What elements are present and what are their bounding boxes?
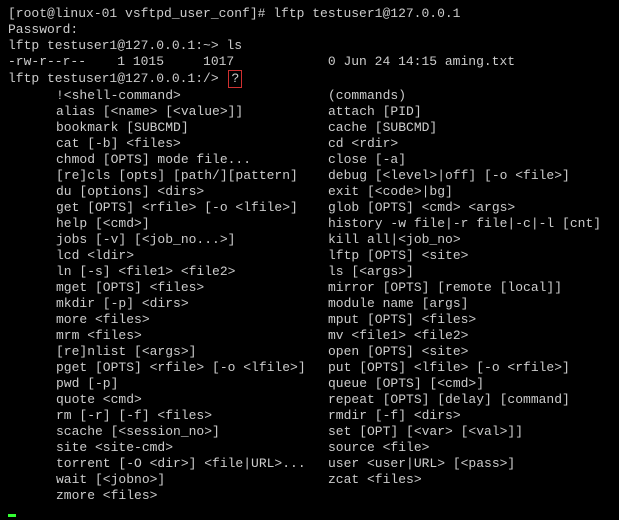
- help-row: torrent [-O <dir>] <file|URL>...user <us…: [8, 456, 611, 472]
- help-right-command: mirror [OPTS] [remote [local]]: [328, 280, 562, 296]
- help-left-command: du [options] <dirs>: [8, 184, 328, 200]
- help-row: help [<cmd>]history -w file|-r file|-c|-…: [8, 216, 611, 232]
- help-right-command: ls [<args>]: [328, 264, 414, 280]
- typed-command: ls: [226, 38, 242, 53]
- help-left-command: alias [<name> [<value>]]: [8, 104, 328, 120]
- help-right-command: cd <rdir>: [328, 136, 398, 152]
- help-left-command: quote <cmd>: [8, 392, 328, 408]
- lftp-prompt-prefix: lftp testuser1@127.0.0.1:~>: [8, 38, 226, 53]
- help-right-command: cache [SUBCMD]: [328, 120, 437, 136]
- help-right-command: lftp [OPTS] <site>: [328, 248, 468, 264]
- help-right-command: (commands): [328, 88, 406, 104]
- help-left-command: rm [-r] [-f] <files>: [8, 408, 328, 424]
- help-left-command: pget [OPTS] <rfile> [-o <lfile>]: [8, 360, 328, 376]
- help-left-command: [re]nlist [<args>]: [8, 344, 328, 360]
- help-row: lcd <ldir>lftp [OPTS] <site>: [8, 248, 611, 264]
- help-right-command: history -w file|-r file|-c|-l [cnt]: [328, 216, 601, 232]
- password-prompt: Password:: [8, 22, 611, 38]
- help-row: mrm <files>mv <file1> <file2>: [8, 328, 611, 344]
- help-output: !<shell-command>(commands)alias [<name> …: [8, 88, 611, 504]
- help-right-command: rmdir [-f] <dirs>: [328, 408, 461, 424]
- help-left-command: cat [-b] <files>: [8, 136, 328, 152]
- lftp-prompt-help[interactable]: lftp testuser1@127.0.0.1:/> ?: [8, 70, 611, 88]
- help-row: mkdir [-p] <dirs>module name [args]: [8, 296, 611, 312]
- help-row: pwd [-p]queue [OPTS] [<cmd>]: [8, 376, 611, 392]
- help-row: mget [OPTS] <files>mirror [OPTS] [remote…: [8, 280, 611, 296]
- help-left-command: mget [OPTS] <files>: [8, 280, 328, 296]
- help-row: alias [<name> [<value>]]attach [PID]: [8, 104, 611, 120]
- help-row: site <site-cmd>source <file>: [8, 440, 611, 456]
- help-left-command: pwd [-p]: [8, 376, 328, 392]
- help-row: wait [<jobno>]zcat <files>: [8, 472, 611, 488]
- help-row: du [options] <dirs>exit [<code>|bg]: [8, 184, 611, 200]
- help-left-command: mrm <files>: [8, 328, 328, 344]
- help-right-command: module name [args]: [328, 296, 468, 312]
- help-row: zmore <files>: [8, 488, 611, 504]
- help-row: [re]nlist [<args>]open [OPTS] <site>: [8, 344, 611, 360]
- help-row: jobs [-v] [<job_no...>]kill all|<job_no>: [8, 232, 611, 248]
- help-right-command: repeat [OPTS] [delay] [command]: [328, 392, 570, 408]
- help-row: [re]cls [opts] [path/][pattern]debug [<l…: [8, 168, 611, 184]
- lftp-prompt-prefix: lftp testuser1@127.0.0.1:/>: [8, 71, 226, 86]
- help-left-command: bookmark [SUBCMD]: [8, 120, 328, 136]
- help-right-command: mput [OPTS] <files>: [328, 312, 476, 328]
- help-row: quote <cmd>repeat [OPTS] [delay] [comman…: [8, 392, 611, 408]
- help-right-command: put [OPTS] <lfile> [-o <rfile>]: [328, 360, 570, 376]
- help-row: scache [<session_no>]set [OPT] [<var> [<…: [8, 424, 611, 440]
- help-right-command: set [OPT] [<var> [<val>]]: [328, 424, 523, 440]
- password-label: Password:: [8, 22, 78, 37]
- help-left-command: site <site-cmd>: [8, 440, 328, 456]
- help-left-command: zmore <files>: [8, 488, 328, 504]
- help-row: rm [-r] [-f] <files>rmdir [-f] <dirs>: [8, 408, 611, 424]
- help-right-command: kill all|<job_no>: [328, 232, 461, 248]
- help-right-command: attach [PID]: [328, 104, 422, 120]
- help-right-command: mv <file1> <file2>: [328, 328, 468, 344]
- help-right-command: queue [OPTS] [<cmd>]: [328, 376, 484, 392]
- help-row: more <files>mput [OPTS] <files>: [8, 312, 611, 328]
- help-left-command: help [<cmd>]: [8, 216, 328, 232]
- help-left-command: [re]cls [opts] [path/][pattern]: [8, 168, 328, 184]
- help-row: get [OPTS] <rfile> [-o <lfile>]glob [OPT…: [8, 200, 611, 216]
- help-right-command: zcat <files>: [328, 472, 422, 488]
- terminal-cursor: [8, 514, 16, 517]
- help-left-command: torrent [-O <dir>] <file|URL>...: [8, 456, 328, 472]
- help-left-command: lcd <ldir>: [8, 248, 328, 264]
- help-right-command: open [OPTS] <site>: [328, 344, 468, 360]
- help-right-command: exit [<code>|bg]: [328, 184, 453, 200]
- help-right-command: user <user|URL> [<pass>]: [328, 456, 515, 472]
- help-left-command: !<shell-command>: [8, 88, 328, 104]
- help-left-command: wait [<jobno>]: [8, 472, 328, 488]
- help-left-command: ln [-s] <file1> <file2>: [8, 264, 328, 280]
- help-row: cat [-b] <files>cd <rdir>: [8, 136, 611, 152]
- help-left-command: chmod [OPTS] mode file...: [8, 152, 328, 168]
- help-left-command: scache [<session_no>]: [8, 424, 328, 440]
- help-right-command: glob [OPTS] <cmd> <args>: [328, 200, 515, 216]
- help-row: pget [OPTS] <rfile> [-o <lfile>]put [OPT…: [8, 360, 611, 376]
- help-left-command: get [OPTS] <rfile> [-o <lfile>]: [8, 200, 328, 216]
- shell-prompt: [root@linux-01 vsftpd_user_conf]# lftp t…: [8, 6, 460, 21]
- help-right-command: debug [<level>|off] [-o <file>]: [328, 168, 570, 184]
- highlighted-command: ?: [228, 70, 242, 88]
- shell-prompt-line: [root@linux-01 vsftpd_user_conf]# lftp t…: [8, 6, 611, 22]
- help-left-command: mkdir [-p] <dirs>: [8, 296, 328, 312]
- help-left-command: more <files>: [8, 312, 328, 328]
- help-left-command: jobs [-v] [<job_no...>]: [8, 232, 328, 248]
- help-row: !<shell-command>(commands): [8, 88, 611, 104]
- help-right-command: close [-a]: [328, 152, 406, 168]
- file-listing: -rw-r--r-- 1 1015 1017 0 Jun 24 14:15 am…: [8, 54, 515, 69]
- help-right-command: source <file>: [328, 440, 429, 456]
- help-row: chmod [OPTS] mode file...close [-a]: [8, 152, 611, 168]
- help-row: ln [-s] <file1> <file2>ls [<args>]: [8, 264, 611, 280]
- lftp-prompt-ls[interactable]: lftp testuser1@127.0.0.1:~> ls: [8, 38, 611, 54]
- help-row: bookmark [SUBCMD]cache [SUBCMD]: [8, 120, 611, 136]
- cursor-line[interactable]: [8, 504, 611, 520]
- ls-output-line: -rw-r--r-- 1 1015 1017 0 Jun 24 14:15 am…: [8, 54, 611, 70]
